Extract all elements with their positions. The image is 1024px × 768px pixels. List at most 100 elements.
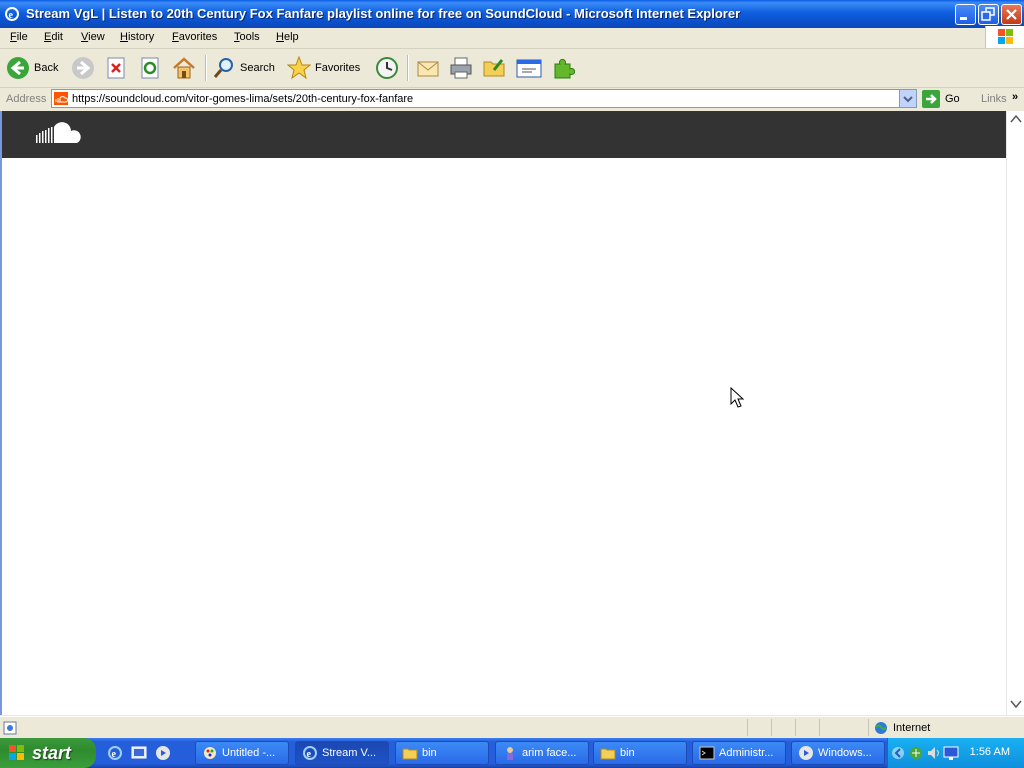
search-label: Search	[240, 62, 275, 74]
back-arrow-icon	[7, 57, 29, 79]
links-button[interactable]: Links	[981, 93, 1007, 105]
status-pane	[795, 719, 796, 736]
taskbar-item-bin[interactable]: bin	[395, 741, 489, 765]
tray-expand-icon[interactable]	[892, 745, 904, 761]
svg-text:e: e	[307, 749, 312, 760]
task-label: Administr...	[719, 747, 774, 759]
windows-logo	[985, 26, 1024, 48]
vertical-scrollbar[interactable]	[1006, 111, 1024, 715]
command-prompt-icon	[699, 746, 715, 760]
windows-flag-icon	[9, 745, 24, 760]
task-label: Untitled -...	[222, 747, 276, 759]
menu-history[interactable]: History	[120, 31, 154, 43]
address-dropdown-button[interactable]	[899, 90, 916, 107]
page-content	[0, 111, 1006, 715]
address-url: https://soundcloud.com/vitor-gomes-lima/…	[72, 93, 414, 105]
refresh-icon	[141, 57, 159, 79]
status-pane	[747, 719, 748, 736]
refresh-button[interactable]	[140, 55, 160, 81]
toolbar-separator	[407, 55, 409, 81]
search-button[interactable]: Search	[212, 55, 275, 81]
printer-icon	[450, 57, 472, 79]
svg-text:e: e	[9, 10, 14, 21]
soundcloud-cloud-icon	[55, 96, 68, 103]
puzzle-icon	[554, 58, 575, 79]
status-pane	[868, 719, 869, 736]
toolbar-separator	[205, 55, 207, 81]
title-bar: e Stream VgL | Listen to 20th Century Fo…	[0, 0, 1024, 28]
volume-tray-icon[interactable]	[926, 745, 942, 761]
extension-button[interactable]	[551, 55, 575, 81]
taskbar-item-stream[interactable]: e Stream V...	[295, 741, 389, 765]
menu-tools[interactable]: Tools	[234, 31, 260, 43]
back-label: Back	[34, 62, 59, 74]
internet-globe-icon	[875, 722, 887, 734]
home-button[interactable]	[172, 55, 196, 81]
back-button[interactable]: Back	[6, 55, 58, 81]
favorites-button[interactable]: Favorites	[287, 55, 360, 81]
menu-help[interactable]: Help	[276, 31, 299, 43]
page-status-icon	[3, 721, 17, 735]
system-tray: 1:56 AM	[887, 738, 1024, 768]
history-button[interactable]	[374, 55, 400, 81]
task-label: bin	[422, 747, 437, 759]
go-button[interactable]: Go	[922, 90, 960, 108]
stop-icon	[107, 57, 125, 79]
ie-quicklaunch-icon[interactable]: e	[107, 745, 123, 761]
edit-button[interactable]	[482, 55, 506, 81]
monitor-tray-icon[interactable]	[943, 745, 959, 761]
print-button[interactable]	[449, 55, 473, 81]
toolbar: Back Search Favorites	[0, 49, 1024, 88]
task-label: Windows...	[818, 747, 872, 759]
app-figure-icon	[507, 747, 513, 760]
menu-view[interactable]: View	[81, 31, 105, 43]
menu-bar: File Edit View History Favorites Tools H…	[0, 28, 1024, 49]
favorites-star-icon	[287, 56, 311, 80]
taskbar: start e Untitled -... e Stream V... bin …	[0, 738, 1024, 768]
folder-edit-icon	[483, 59, 505, 77]
go-label: Go	[945, 93, 960, 105]
task-label: arim face...	[522, 747, 577, 759]
mail-icon	[417, 61, 439, 77]
start-button[interactable]: start	[0, 738, 96, 768]
menu-edit[interactable]: Edit	[44, 31, 63, 43]
close-icon	[1006, 9, 1017, 20]
network-tray-icon[interactable]	[908, 745, 924, 761]
clock: 1:56 AM	[969, 746, 1010, 758]
taskbar-item-untitled[interactable]: Untitled -...	[195, 741, 289, 765]
forward-button[interactable]	[71, 55, 95, 81]
start-label: start	[32, 742, 72, 763]
window-title: Stream VgL | Listen to 20th Century Fox …	[26, 6, 741, 21]
taskbar-item-bin-2[interactable]: bin	[593, 741, 687, 765]
minimize-button[interactable]	[955, 4, 976, 25]
scroll-up-icon[interactable]	[1010, 114, 1022, 124]
links-chevron-icon[interactable]: »	[1012, 91, 1018, 103]
stop-button[interactable]	[106, 55, 126, 81]
paint-icon	[204, 747, 216, 759]
taskbar-item-administrator[interactable]: Administr...	[692, 741, 786, 765]
forward-arrow-icon	[72, 57, 94, 79]
scroll-down-icon[interactable]	[1010, 699, 1022, 709]
svg-text:e: e	[112, 749, 117, 760]
status-bar: Internet	[0, 716, 1024, 739]
show-desktop-icon[interactable]	[131, 745, 147, 761]
close-button[interactable]	[1001, 4, 1022, 25]
address-input[interactable]: https://soundcloud.com/vitor-gomes-lima/…	[51, 89, 917, 108]
taskbar-item-windows[interactable]: Windows...	[791, 741, 885, 765]
home-icon	[173, 57, 195, 79]
media-player-icon[interactable]	[155, 745, 171, 761]
soundcloud-favicon	[54, 92, 68, 105]
mouse-cursor-icon	[730, 387, 744, 408]
taskbar-item-arim[interactable]: arim face...	[495, 741, 589, 765]
restore-button[interactable]	[978, 4, 999, 25]
media-player-icon	[799, 746, 813, 760]
address-label: Address	[6, 93, 47, 105]
soundcloud-logo[interactable]	[35, 121, 85, 147]
discuss-button[interactable]	[516, 55, 542, 81]
address-bar: Address https://soundcloud.com/vitor-gom…	[0, 88, 1024, 110]
menu-favorites[interactable]: Favorites	[172, 31, 217, 43]
menu-file[interactable]: File	[10, 31, 28, 43]
chevron-down-icon	[903, 96, 913, 103]
mail-button[interactable]	[416, 55, 440, 81]
status-pane	[819, 719, 820, 736]
